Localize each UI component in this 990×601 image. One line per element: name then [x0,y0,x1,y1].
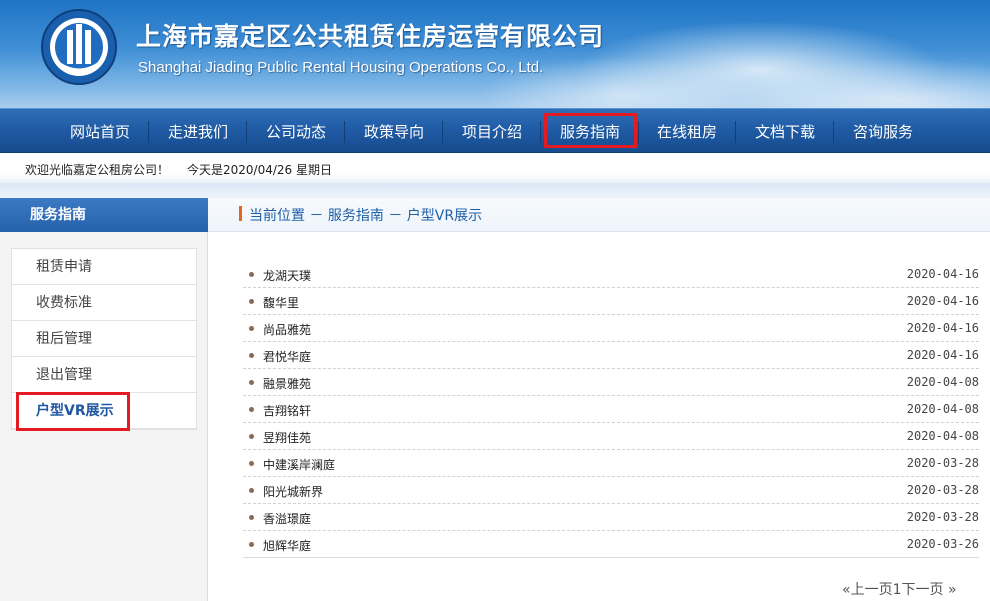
bullet-icon [249,272,254,277]
nav-divider [735,121,736,143]
list-item-date: 2020-04-08 [906,402,979,416]
list-item-title[interactable]: 融景雅苑 [263,375,311,392]
site-title-english: Shanghai Jiading Public Rental Housing O… [138,59,544,76]
nav-item-about[interactable]: 走进我们 [154,109,242,154]
bullet-icon [249,380,254,385]
list-item-title[interactable]: 馥华里 [263,294,299,311]
bullet-icon [249,299,254,304]
next-page-link[interactable]: 下一页 » [902,582,957,598]
list-item-title[interactable]: 昱翔佳苑 [263,429,311,446]
list-item: 阳光城新界 2020-03-28 [243,477,979,504]
list-item-date: 2020-04-08 [906,429,979,443]
company-logo-icon [41,9,117,85]
list-item: 君悦华庭 2020-04-16 [243,342,979,369]
list-item: 香溢璟庭 2020-03-28 [243,504,979,531]
list-bottom-rule [243,557,979,558]
list-item-date: 2020-04-16 [906,267,979,281]
list-item-date: 2020-04-16 [906,294,979,308]
bullet-icon [249,542,254,547]
pagination: «上一页1下一页 » [842,579,957,599]
bullet-icon [249,461,254,466]
bullet-icon [249,407,254,412]
list-item: 昱翔佳苑 2020-04-08 [243,423,979,450]
nav-item-service-guide[interactable]: 服务指南 [546,109,634,154]
bullet-icon [249,326,254,331]
nav-item-policy[interactable]: 政策导向 [350,109,438,154]
list-item: 龙湖天璞 2020-04-16 [243,261,979,288]
list-item-title[interactable]: 旭辉华庭 [263,537,311,554]
nav-divider [638,121,639,143]
list-item: 尚品雅苑 2020-04-16 [243,315,979,342]
nav-divider [540,121,541,143]
nav-item-home[interactable]: 网站首页 [56,109,144,154]
nav-item-consulting[interactable]: 咨询服务 [839,109,927,154]
sidebar-item-fee-standards[interactable]: 收费标准 [12,285,196,321]
list-item-title[interactable]: 中建溪岸澜庭 [263,456,335,473]
list-item: 吉翔铭轩 2020-04-08 [243,396,979,423]
nav-item-projects[interactable]: 项目介绍 [448,109,536,154]
breadcrumb: 当前位置 － 服务指南 － 户型VR展示 [249,208,483,224]
welcome-bar: 欢迎光临嘉定公租房公司！ 今天是2020/04/26 星期日 [0,153,990,183]
list-item-date: 2020-04-16 [906,321,979,335]
sidebar-item-rental-application[interactable]: 租赁申请 [12,249,196,285]
list-item-title[interactable]: 香溢璟庭 [263,510,311,527]
bullet-icon [249,488,254,493]
breadcrumb-marker [239,206,242,221]
nav-divider [442,121,443,143]
nav-item-online-rental[interactable]: 在线租房 [643,109,731,154]
current-page-number: 1 [892,582,902,598]
list-item: 馥华里 2020-04-16 [243,288,979,315]
list-item: 旭辉华庭 2020-03-26 [243,531,979,558]
main-nav: 网站首页 走进我们 公司动态 政策导向 项目介绍 服务指南 在线租房 文档下载 … [0,108,990,153]
list-item-date: 2020-03-28 [906,456,979,470]
list-item-title[interactable]: 龙湖天璞 [263,267,311,284]
bullet-icon [249,353,254,358]
bullet-icon [249,434,254,439]
site-title-chinese: 上海市嘉定区公共租赁住房运营有限公司 [136,22,605,51]
nav-divider [246,121,247,143]
project-list: 龙湖天璞 2020-04-16 馥华里 2020-04-16 尚品雅苑 2020… [243,261,979,558]
list-item-title[interactable]: 阳光城新界 [263,483,323,500]
list-item: 中建溪岸澜庭 2020-03-28 [243,450,979,477]
sidebar-heading: 服务指南 [0,198,208,232]
list-item-date: 2020-04-16 [906,348,979,362]
site-header: 上海市嘉定区公共租赁住房运营有限公司 Shanghai Jiading Publ… [0,0,990,108]
sidebar-menu: 租赁申请 收费标准 租后管理 退出管理 户型VR展示 [11,248,197,430]
list-item-date: 2020-03-26 [906,537,979,551]
nav-divider [344,121,345,143]
welcome-message: 欢迎光临嘉定公租房公司！ [25,163,170,177]
prev-page-link[interactable]: «上一页 [842,582,893,598]
list-item-date: 2020-03-28 [906,510,979,524]
header-divider-strip [0,183,990,198]
bullet-icon [249,515,254,520]
nav-item-downloads[interactable]: 文档下载 [741,109,829,154]
nav-item-news[interactable]: 公司动态 [252,109,340,154]
list-item-date: 2020-04-08 [906,375,979,389]
sidebar-item-vr-showcase[interactable]: 户型VR展示 [12,393,196,429]
list-item-date: 2020-03-28 [906,483,979,497]
sidebar: 服务指南 租赁申请 收费标准 租后管理 退出管理 户型VR展示 [0,198,208,601]
sidebar-item-exit-management[interactable]: 退出管理 [12,357,196,393]
nav-divider [148,121,149,143]
list-item-title[interactable]: 尚品雅苑 [263,321,311,338]
list-item-title[interactable]: 吉翔铭轩 [263,402,311,419]
list-item: 融景雅苑 2020-04-08 [243,369,979,396]
nav-divider [833,121,834,143]
sidebar-item-post-rental[interactable]: 租后管理 [12,321,196,357]
list-item-title[interactable]: 君悦华庭 [263,348,311,365]
current-date: 今天是2020/04/26 星期日 [187,163,332,177]
